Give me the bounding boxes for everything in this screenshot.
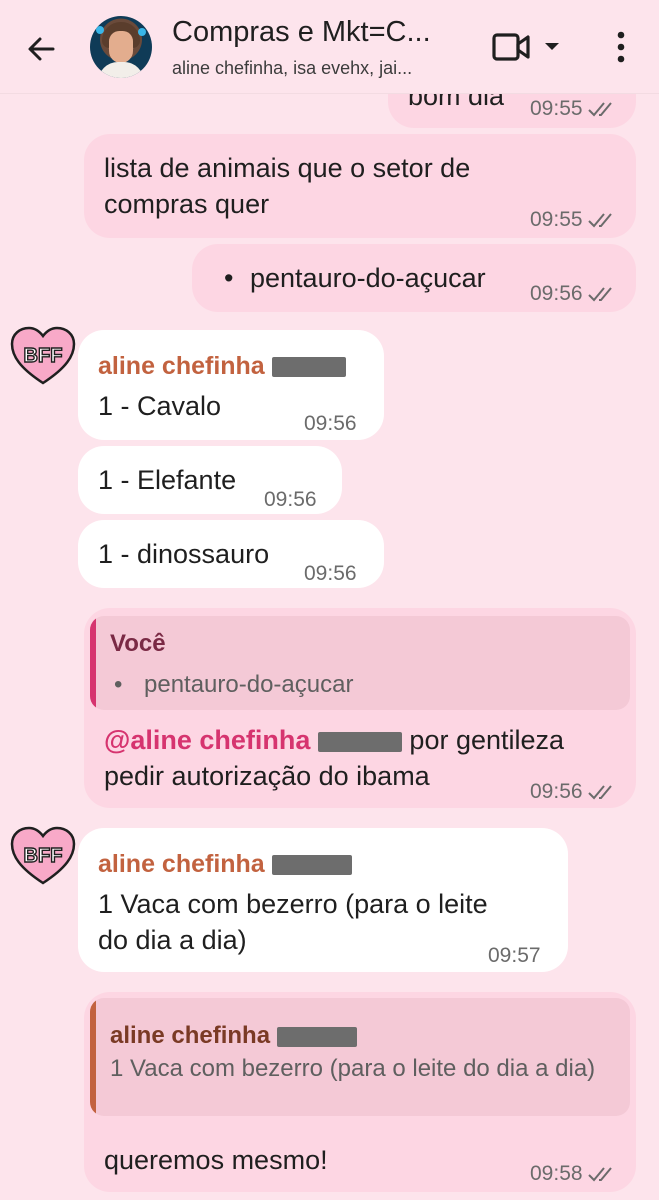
redacted-surname (271, 357, 346, 378)
sender-name: aline chefinha (98, 348, 346, 384)
message-time: 09:55 (530, 91, 617, 127)
message-bubble-incoming[interactable]: aline chefinha 1 Vaca com bezerro (para … (78, 828, 568, 972)
bullet: • (224, 263, 234, 293)
message-bubble-incoming[interactable]: 1 - dinossauro 09:56 (78, 520, 384, 588)
quoted-message[interactable]: Você • pentauro-do-açucar (90, 616, 630, 710)
message-text: 1 - Cavalo (98, 391, 222, 421)
message-bubble-outgoing[interactable]: aline chefinha 1 Vaca com bezerro (para … (84, 992, 636, 1192)
message-text: 1 - Elefante (98, 465, 237, 495)
svg-text:BFF: BFF (24, 345, 63, 367)
quote-author: aline chefinha (110, 1018, 357, 1054)
message-bubble-outgoing[interactable]: Você • pentauro-do-açucar @aline chefinh… (84, 608, 636, 808)
double-check-icon (587, 213, 612, 228)
message-time: 09:58 (530, 1156, 617, 1192)
message-bubble-outgoing[interactable]: • pentauro-do-açucar 09:56 (192, 244, 636, 312)
message-time: 09:55 (530, 202, 617, 238)
more-vertical-icon (617, 31, 625, 63)
redacted-surname (276, 1026, 357, 1047)
video-call-button[interactable] (490, 28, 568, 66)
chat-title[interactable]: Compras e Mkt=C... (172, 16, 462, 49)
svg-text:BFF: BFF (24, 845, 63, 867)
quote-author: Você (110, 630, 166, 657)
more-options-button[interactable] (604, 28, 638, 66)
sender-name: aline chefinha (98, 846, 352, 882)
message-time: 09:56 (530, 774, 617, 810)
message-time: 09:56 (264, 488, 317, 511)
double-check-icon (587, 287, 612, 302)
chat-screen: Compras e Mkt=C... aline chefinha, isa e… (0, 0, 659, 1200)
message-time: 09:56 (304, 412, 357, 435)
message-time: 09:57 (488, 944, 541, 967)
redacted-surname (271, 855, 352, 876)
message-text: 1 - dinossauro (98, 539, 270, 569)
group-avatar[interactable] (90, 16, 152, 78)
back-button[interactable] (20, 28, 62, 70)
message-text: @aline chefinha por gentileza (104, 725, 565, 755)
mention[interactable]: @aline chefinha (104, 725, 310, 755)
quoted-message[interactable]: aline chefinha 1 Vaca com bezerro (para … (90, 998, 630, 1116)
sender-avatar[interactable]: BFF (10, 326, 76, 386)
message-text: queremos mesmo! (104, 1145, 328, 1175)
message-bubble-incoming[interactable]: aline chefinha 1 - Cavalo 09:56 (78, 330, 384, 440)
video-camera-icon (492, 33, 530, 61)
bff-heart-icon: BFF (10, 326, 76, 385)
quote-bullet: • (114, 671, 123, 698)
message-text: lista de animais que o setor de compras … (104, 153, 471, 219)
chat-participants[interactable]: aline chefinha, isa evehx, jai... (172, 58, 462, 79)
message-bubble-outgoing[interactable]: lista de animais que o setor de compras … (84, 134, 636, 238)
chevron-down-icon (545, 43, 559, 50)
message-text-line2: pedir autorização do ibama (104, 761, 430, 791)
message-time: 09:56 (530, 276, 617, 312)
bff-heart-icon: BFF (10, 826, 76, 885)
redacted-surname (317, 731, 402, 752)
quote-text: 1 Vaca com bezerro (para o leite do dia … (110, 1055, 596, 1082)
arrow-left-icon (28, 37, 55, 61)
quote-text: pentauro-do-açucar (144, 671, 354, 698)
message-text: 1 Vaca com bezerro (para o leite do dia … (98, 889, 488, 955)
double-check-icon (587, 785, 612, 800)
chat-header: Compras e Mkt=C... aline chefinha, isa e… (0, 0, 659, 94)
message-text: pentauro-do-açucar (250, 263, 486, 293)
double-check-icon (587, 1167, 612, 1182)
message-bubble-incoming[interactable]: 1 - Elefante 09:56 (78, 446, 342, 514)
message-time: 09:56 (304, 562, 357, 585)
double-check-icon (587, 102, 612, 117)
sender-avatar[interactable]: BFF (10, 826, 76, 886)
